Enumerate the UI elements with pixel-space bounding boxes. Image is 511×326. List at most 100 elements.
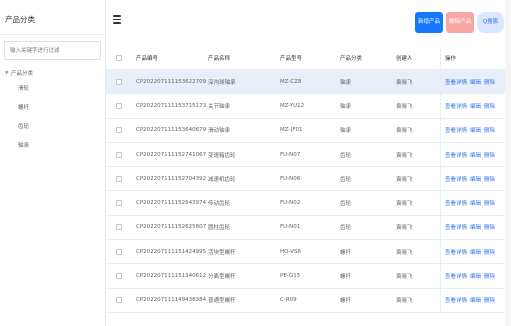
table-row[interactable]: CP202207111153715173 关节轴承 MZ-YU12 轴承 袁晓飞 查看详情…: [106, 94, 505, 119]
delete-link[interactable]: 删除: [484, 223, 495, 231]
cell-creator: 袁晓飞: [396, 79, 413, 86]
delete-link[interactable]: 删除: [484, 102, 495, 110]
row-checkbox[interactable]: [116, 78, 122, 85]
row-checkbox[interactable]: [116, 297, 122, 304]
tree-node-root[interactable]: ▼ 产品分类: [0, 68, 106, 80]
view-details-link[interactable]: 查看详情: [445, 151, 467, 159]
cell-code: CP202207111152625807: [136, 224, 207, 231]
header-actions: 操作: [440, 47, 505, 69]
edit-link[interactable]: 编辑: [470, 151, 481, 159]
table-row[interactable]: CP202207111152625807 圆柱齿轮 FU-N01 齿轮 袁晓飞 查看详情编…: [106, 215, 505, 241]
cell-name: 滑动轴承: [208, 128, 231, 135]
row-checkbox[interactable]: [116, 175, 122, 182]
table-row[interactable]: CP202207111153640679 滑动轴承 MZ-JF01 轴承 袁晓飞 查看详情…: [106, 118, 505, 143]
delete-product-button[interactable]: 删除产品: [446, 12, 474, 33]
delete-link[interactable]: 删除: [484, 126, 495, 134]
edit-link[interactable]: 编辑: [470, 175, 481, 183]
edit-link[interactable]: 编辑: [470, 102, 481, 110]
cell-creator: 袁晓飞: [396, 225, 413, 232]
cell-creator: 袁晓飞: [396, 128, 413, 135]
tree-node-bearing[interactable]: 轴承: [0, 137, 106, 156]
delete-link[interactable]: 删除: [484, 272, 495, 280]
table-row[interactable]: CP202207111153622709 深沟球轴承 MZ-CZ8 轴承 袁晓飞 查看详情…: [106, 70, 505, 95]
tree-node-pulley[interactable]: 滑轮: [0, 80, 106, 99]
row-checkbox[interactable]: [116, 102, 122, 109]
app-root: 产品分类 ▼ 产品分类 滑轮 螺杆 齿轮 轴承 新增产品 删除产品 Q搜索 产品…: [0, 0, 511, 326]
view-details-link[interactable]: 查看详情: [445, 223, 467, 231]
menu-toggle-icon[interactable]: [113, 15, 121, 24]
view-details-link[interactable]: 查看详情: [445, 175, 467, 183]
cell-name: 分离型螺杆: [208, 274, 236, 281]
cell-name: 减速机齿轮: [208, 176, 236, 183]
cell-model: MZ-YU12: [280, 102, 305, 109]
cell-category: 齿轮: [340, 201, 352, 208]
cell-creator: 袁晓飞: [396, 249, 413, 256]
table-row[interactable]: CP202207111152643974 传动齿轮 FU-N02 齿轮 袁晓飞 查看详情编…: [106, 191, 505, 216]
table-row[interactable]: CP202207111152741067 变速箱齿轮 FU-N07 齿轮 袁晓飞 查看详情…: [106, 142, 505, 168]
cell-actions: 查看详情 编辑 删除: [440, 264, 505, 288]
cell-actions: 查看详情 编辑 删除: [440, 94, 505, 118]
select-all-checkbox[interactable]: [116, 55, 122, 61]
delete-link[interactable]: 删除: [484, 175, 495, 183]
table-row[interactable]: CP202207111151340612 分离型螺杆 PE-G15 螺杆 袁晓飞 查看详情…: [106, 264, 505, 289]
caret-down-icon[interactable]: ▼: [5, 68, 8, 80]
table-row[interactable]: CP202207111152704392 减速机齿轮 FU-N06 齿轮 袁晓飞 查看详情…: [106, 167, 505, 192]
cell-model: FU-N06: [280, 175, 301, 182]
sidebar-divider: [0, 34, 106, 35]
table-body: CP202207111153622709 深沟球轴承 MZ-CZ8 轴承 袁晓飞 查看详情…: [106, 70, 505, 313]
cell-actions: 查看详情 编辑 删除: [440, 288, 505, 312]
cell-code: CP202207111153715173: [136, 102, 207, 109]
tree-filter-input[interactable]: [4, 41, 101, 60]
delete-link[interactable]: 删除: [484, 199, 495, 207]
cell-category: 轴承: [340, 79, 352, 86]
row-checkbox[interactable]: [116, 127, 122, 134]
edit-link[interactable]: 编辑: [470, 296, 481, 304]
table-row[interactable]: CP202207111149438384 普通型螺杆 C-R09 螺杆 袁晓飞 查看详情编…: [106, 288, 505, 313]
row-checkbox[interactable]: [116, 151, 122, 158]
cell-name: 关节轴承: [208, 103, 231, 110]
row-checkbox[interactable]: [116, 248, 122, 255]
delete-link[interactable]: 删除: [484, 78, 495, 86]
edit-link[interactable]: 编辑: [470, 199, 481, 207]
table-header: 产品编号 产品名称 产品型号 产品分类 创建人 操作: [106, 47, 505, 70]
edit-link[interactable]: 编辑: [470, 272, 481, 280]
view-details-link[interactable]: 查看详情: [445, 199, 467, 207]
row-checkbox[interactable]: [116, 200, 122, 207]
view-details-link[interactable]: 查看详情: [445, 78, 467, 86]
view-details-link[interactable]: 查看详情: [445, 272, 467, 280]
row-checkbox[interactable]: [116, 224, 122, 231]
edit-link[interactable]: 编辑: [470, 78, 481, 86]
cell-category: 轴承: [340, 128, 352, 135]
row-checkbox[interactable]: [116, 273, 122, 280]
view-details-link[interactable]: 查看详情: [445, 102, 467, 110]
view-details-link[interactable]: 查看详情: [445, 126, 467, 134]
delete-link[interactable]: 删除: [484, 248, 495, 256]
search-button[interactable]: Q搜索: [477, 12, 504, 33]
cell-name: 圆柱齿轮: [208, 225, 231, 232]
view-details-link[interactable]: 查看详情: [445, 296, 467, 304]
delete-link[interactable]: 删除: [484, 296, 495, 304]
view-details-link[interactable]: 查看详情: [445, 248, 467, 256]
cell-actions: 查看详情 编辑 删除: [440, 240, 505, 264]
cell-model: MZ-JF01: [280, 127, 303, 134]
cell-category: 齿轮: [340, 152, 352, 159]
cell-name: 活块型螺杆: [208, 249, 236, 256]
tree-node-gear[interactable]: 齿轮: [0, 118, 106, 137]
edit-link[interactable]: 编辑: [470, 248, 481, 256]
table-row[interactable]: CP202207111151424995 活块型螺杆 HQ-VS6 螺杆 袁晓飞 查看详情…: [106, 240, 505, 265]
delete-link[interactable]: 删除: [484, 151, 495, 159]
cell-category: 轴承: [340, 103, 352, 110]
add-product-button[interactable]: 新增产品: [415, 12, 443, 33]
cell-code: CP202207111152643974: [136, 200, 207, 207]
tree-node-root-label: 产品分类: [11, 71, 34, 77]
edit-link[interactable]: 编辑: [470, 223, 481, 231]
cell-model: C-R09: [280, 297, 297, 304]
product-table: 产品编号 产品名称 产品型号 产品分类 创建人 操作 CP20220711115…: [106, 47, 505, 313]
cell-name: 传动齿轮: [208, 201, 231, 208]
cell-actions: 查看详情 编辑 删除: [440, 167, 505, 191]
page-scrollbar[interactable]: [505, 0, 511, 326]
edit-link[interactable]: 编辑: [470, 126, 481, 134]
cell-actions: 查看详情 编辑 删除: [440, 118, 505, 142]
tree-node-screw[interactable]: 螺杆: [0, 99, 106, 118]
cell-creator: 袁晓飞: [396, 176, 413, 183]
